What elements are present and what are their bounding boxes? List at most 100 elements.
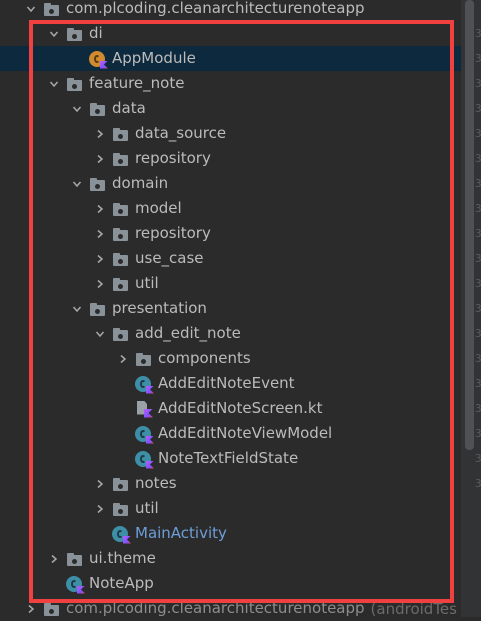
tree-item[interactable]: components xyxy=(0,346,461,371)
tree-item-label: data xyxy=(112,99,146,117)
kotlin-class-icon xyxy=(135,425,154,444)
line-number: 3 xyxy=(475,352,481,365)
tree-item-label: di xyxy=(89,24,103,42)
chevron-down-icon[interactable] xyxy=(68,104,86,114)
tree-item[interactable]: AddEditNoteEvent xyxy=(0,371,461,396)
tree-item[interactable]: com.plcoding.cleanarchitecturenoteapp (an… xyxy=(0,596,461,621)
chevron-down-icon[interactable] xyxy=(68,304,86,314)
chevron-right-icon[interactable] xyxy=(91,154,109,164)
chevron-down-icon[interactable] xyxy=(45,79,63,89)
tree-item-label: NoteApp xyxy=(89,574,154,592)
tree-item[interactable]: repository xyxy=(0,221,461,246)
kotlin-file-icon xyxy=(135,400,153,418)
tree-item[interactable]: model xyxy=(0,196,461,221)
chevron-right-icon[interactable] xyxy=(91,204,109,214)
tree-item[interactable]: AppModule xyxy=(0,46,461,71)
tree-item-label: use_case xyxy=(135,249,204,267)
chevron-right-icon[interactable] xyxy=(91,254,109,264)
folder-icon xyxy=(112,325,130,343)
tree-item[interactable]: AddEditNoteViewModel xyxy=(0,421,461,446)
line-number: 3 xyxy=(475,427,481,440)
folder-icon xyxy=(112,500,130,518)
folder-icon xyxy=(112,150,130,168)
folder-icon xyxy=(89,300,107,318)
tree-item[interactable]: NoteApp xyxy=(0,571,461,596)
line-number: 3 xyxy=(475,477,481,490)
chevron-down-icon[interactable] xyxy=(68,179,86,189)
tree-item[interactable]: MainActivity xyxy=(0,521,461,546)
chevron-right-icon[interactable] xyxy=(91,129,109,139)
tree-item[interactable]: AddEditNoteScreen.kt xyxy=(0,396,461,421)
tree-item[interactable]: presentation xyxy=(0,296,461,321)
chevron-right-icon[interactable] xyxy=(91,279,109,289)
tree-item[interactable]: repository xyxy=(0,146,461,171)
tree-item[interactable]: ui.theme xyxy=(0,546,461,571)
tree-item-label: NoteTextFieldState xyxy=(158,449,299,467)
folder-icon xyxy=(112,225,130,243)
project-tree: com.plcoding.cleanarchitecturenoteapp di A… xyxy=(0,0,461,618)
tree-item-label: util xyxy=(135,499,159,517)
tree-item-label: data_source xyxy=(135,124,227,142)
folder-icon xyxy=(112,475,130,493)
folder-icon xyxy=(112,200,130,218)
chevron-right-icon[interactable] xyxy=(91,229,109,239)
chevron-right-icon[interactable] xyxy=(91,504,109,514)
chevron-down-icon[interactable] xyxy=(22,4,40,14)
tree-item-label: AddEditNoteViewModel xyxy=(158,424,333,442)
tree-item[interactable]: util xyxy=(0,496,461,521)
folder-icon xyxy=(135,350,153,368)
line-number: 3 xyxy=(475,327,481,340)
line-number: 3 xyxy=(475,177,481,190)
chevron-right-icon[interactable] xyxy=(91,479,109,489)
tree-item[interactable]: NoteTextFieldState xyxy=(0,446,461,471)
line-number: 3 xyxy=(475,252,481,265)
tree-item-suffix: (androidTes xyxy=(370,599,457,618)
tree-item-label: presentation xyxy=(112,299,207,317)
line-number: 3 xyxy=(475,127,481,140)
chevron-down-icon[interactable] xyxy=(91,329,109,339)
folder-icon xyxy=(112,275,130,293)
line-number: 3 xyxy=(475,77,481,90)
line-number: 3 xyxy=(475,102,481,115)
tree-item[interactable]: data xyxy=(0,96,461,121)
tree-item-label: util xyxy=(135,274,159,292)
line-number: 3 xyxy=(475,152,481,165)
folder-icon xyxy=(112,250,130,268)
package-icon xyxy=(43,600,61,618)
tree-item[interactable]: notes xyxy=(0,471,461,496)
tree-item-label: com.plcoding.cleanarchitecturenoteapp xyxy=(66,599,365,617)
tree-item-label: repository xyxy=(135,224,211,242)
line-number: 3 xyxy=(475,302,481,315)
chevron-down-icon[interactable] xyxy=(45,29,63,39)
tree-item[interactable]: di xyxy=(0,21,461,46)
tree-item[interactable]: add_edit_note xyxy=(0,321,461,346)
chevron-right-icon[interactable] xyxy=(45,554,63,564)
tree-item[interactable]: com.plcoding.cleanarchitecturenoteapp xyxy=(0,0,461,21)
line-number: 3 xyxy=(475,277,481,290)
folder-icon xyxy=(66,75,84,93)
folder-icon xyxy=(89,100,107,118)
kotlin-class-icon xyxy=(135,375,154,394)
tree-item[interactable]: use_case xyxy=(0,246,461,271)
kotlin-object-icon xyxy=(89,50,108,69)
tree-item-label: add_edit_note xyxy=(135,324,241,342)
tree-item-label: repository xyxy=(135,149,211,167)
scrollbar-thumb[interactable] xyxy=(465,0,474,450)
tree-item-label: AddEditNoteEvent xyxy=(158,374,295,392)
line-number: 3 xyxy=(475,452,481,465)
tree-item[interactable]: domain xyxy=(0,171,461,196)
folder-icon xyxy=(112,125,130,143)
tree-item-label: domain xyxy=(112,174,169,192)
tree-item-label: com.plcoding.cleanarchitecturenoteapp xyxy=(66,0,365,17)
tree-item[interactable]: feature_note xyxy=(0,71,461,96)
tree-item-label: AppModule xyxy=(112,49,196,67)
tree-item[interactable]: data_source xyxy=(0,121,461,146)
folder-icon xyxy=(89,175,107,193)
package-icon xyxy=(43,0,61,18)
chevron-right-icon[interactable] xyxy=(114,354,132,364)
line-number: 3 xyxy=(475,227,481,240)
chevron-right-icon[interactable] xyxy=(22,604,40,614)
folder-icon xyxy=(66,550,84,568)
tree-item[interactable]: util xyxy=(0,271,461,296)
line-number: 3 xyxy=(475,402,481,415)
